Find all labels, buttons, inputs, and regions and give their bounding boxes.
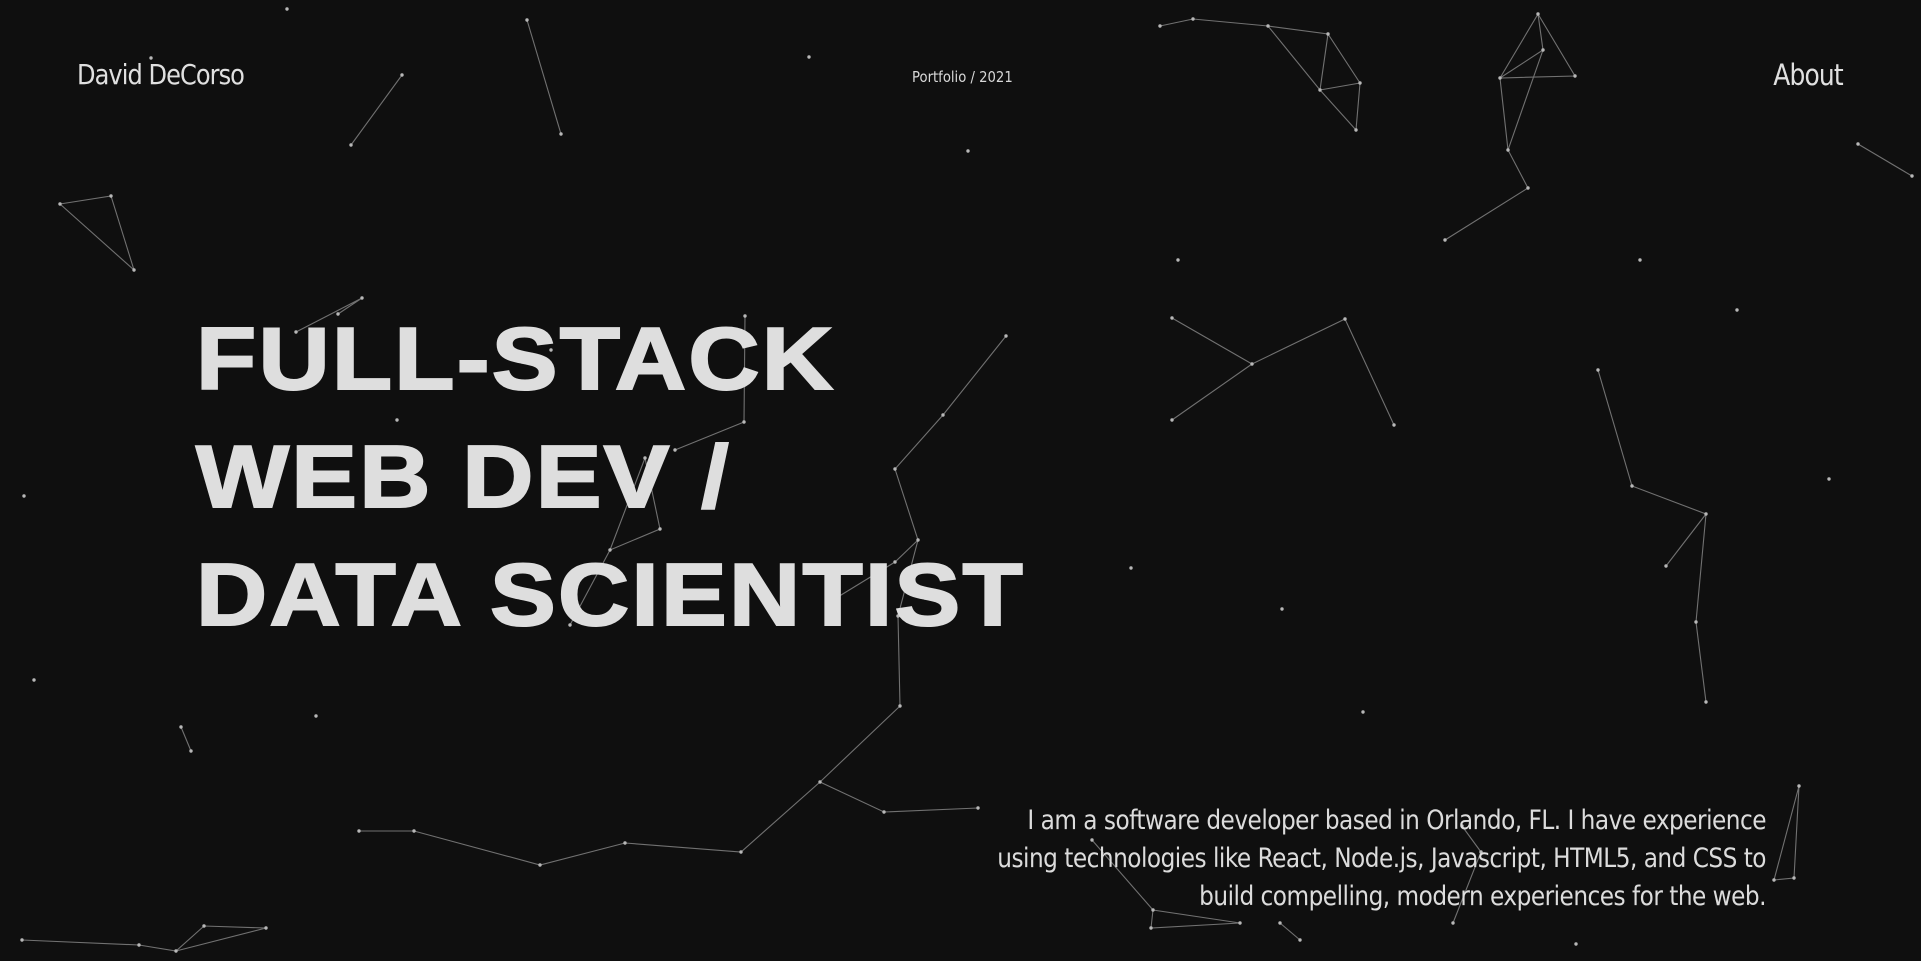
portfolio-year-label: Portfolio / 2021 <box>912 68 1013 86</box>
hero-line-3: DATA SCIENTIST <box>195 544 1025 645</box>
about-nav-link[interactable]: About <box>1774 58 1844 92</box>
hero-headline: FULL-STACK WEB DEV / DATA SCIENTIST <box>195 300 1024 654</box>
bio-paragraph: I am a software developer based in Orlan… <box>997 805 1766 912</box>
hero-line-2: WEB DEV / <box>195 426 731 527</box>
brand-name-link[interactable]: David DeCorso <box>77 58 245 91</box>
hero-line-1: FULL-STACK <box>195 308 836 409</box>
